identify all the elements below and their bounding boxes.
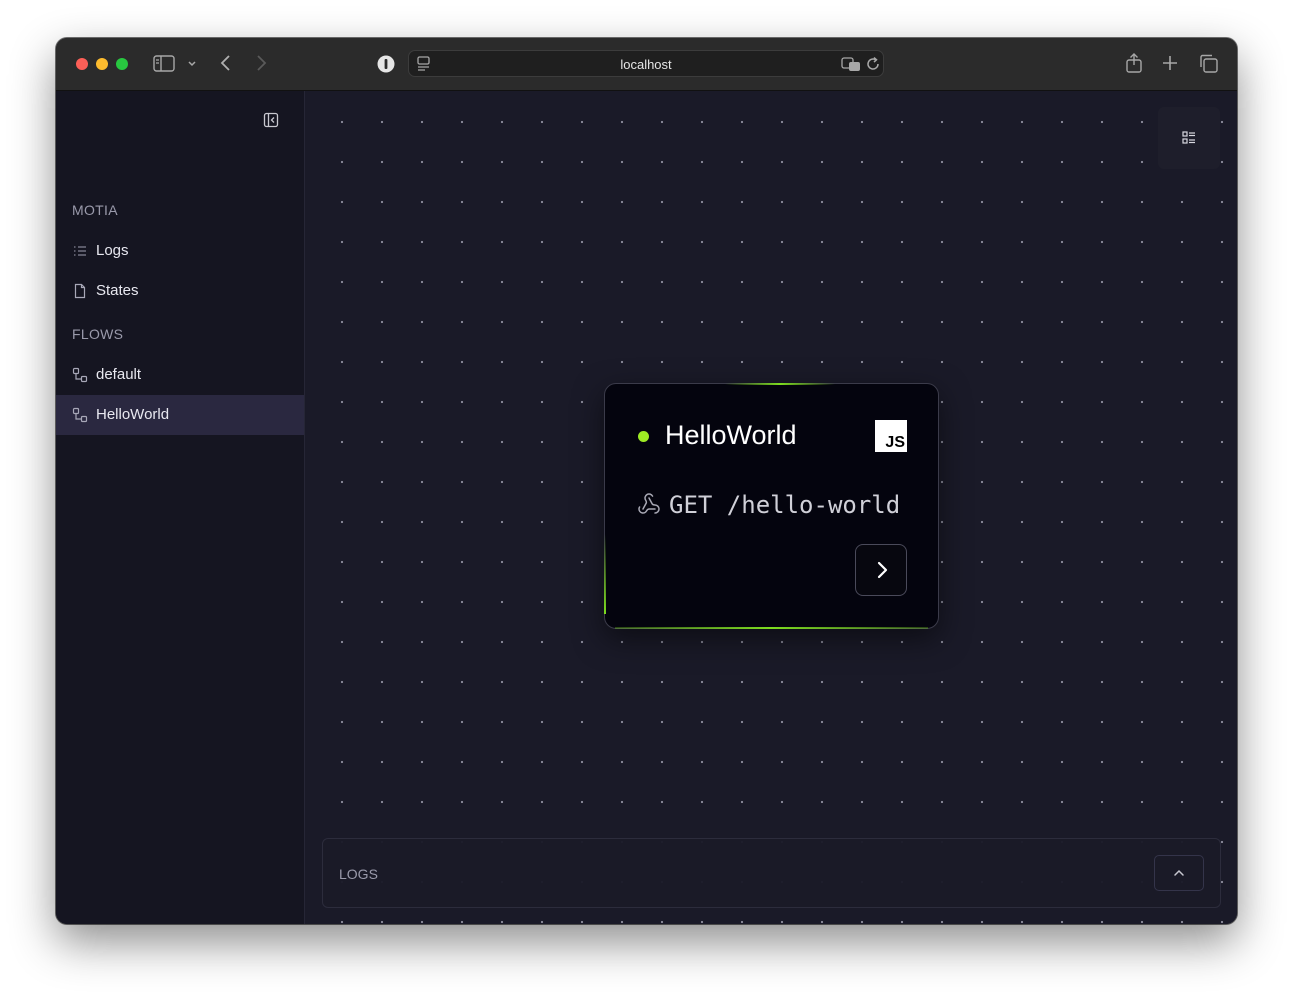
chevron-right-icon xyxy=(877,561,888,579)
translate-icon[interactable] xyxy=(841,57,861,72)
status-dot xyxy=(638,431,649,442)
sidebar-item-label: default xyxy=(96,366,142,383)
expand-logs-button[interactable] xyxy=(1154,855,1204,891)
flow-canvas[interactable]: HelloWorld JS GET /hello-world LOGS xyxy=(306,91,1237,924)
file-icon xyxy=(74,283,86,299)
address-bar[interactable]: localhost xyxy=(408,50,884,77)
sidebar-item-default[interactable]: default xyxy=(56,355,304,395)
flow-node-helloworld[interactable]: HelloWorld JS GET /hello-world xyxy=(604,383,939,629)
sidebar-item-label: HelloWorld xyxy=(96,406,170,423)
reload-icon[interactable] xyxy=(865,56,881,72)
new-tab-icon[interactable] xyxy=(1162,55,1178,71)
node-glow xyxy=(615,627,928,629)
sidebar-item-states[interactable]: States xyxy=(56,271,304,311)
language-badge-label: JS xyxy=(885,434,905,451)
minimize-window-button[interactable] xyxy=(96,58,108,70)
tab-overview-icon[interactable] xyxy=(1199,54,1218,73)
sidebar-item-label: Logs xyxy=(96,242,129,259)
node-glow xyxy=(725,383,835,385)
node-glow xyxy=(604,534,606,614)
legend-icon xyxy=(1182,131,1195,144)
sidebar-item-logs[interactable]: Logs xyxy=(56,231,304,271)
url-text: localhost xyxy=(620,57,672,72)
password-manager-icon[interactable] xyxy=(376,54,396,74)
browser-window: localhost MOTIA Logs States FLOWS defaul… xyxy=(56,38,1237,924)
sidebar-item-helloworld[interactable]: HelloWorld xyxy=(56,395,304,435)
forward-arrow-icon[interactable] xyxy=(254,54,268,72)
sidebar-toggle-icon[interactable] xyxy=(153,55,175,72)
section-title-flows: FLOWS xyxy=(72,326,124,342)
js-language-icon: JS xyxy=(875,420,907,452)
sidebar-item-label: States xyxy=(96,282,139,299)
workflow-icon xyxy=(72,407,88,423)
open-node-button[interactable] xyxy=(855,544,907,596)
collapse-sidebar-icon[interactable] xyxy=(263,112,279,128)
sidebar: MOTIA Logs States FLOWS default HelloWor… xyxy=(56,91,305,924)
logs-panel: LOGS xyxy=(322,838,1221,908)
share-icon[interactable] xyxy=(1125,52,1143,74)
section-title-motia: MOTIA xyxy=(72,202,118,218)
close-window-button[interactable] xyxy=(76,58,88,70)
chevron-down-icon[interactable] xyxy=(187,60,197,68)
chevron-up-icon xyxy=(1174,869,1184,876)
node-endpoint: GET /hello-world xyxy=(669,491,901,519)
list-icon xyxy=(74,246,86,256)
browser-toolbar: localhost xyxy=(56,38,1237,91)
back-arrow-icon[interactable] xyxy=(219,54,233,72)
node-title: HelloWorld xyxy=(665,420,797,450)
legend-button[interactable] xyxy=(1158,107,1220,169)
logs-title: LOGS xyxy=(339,866,378,882)
zoom-window-button[interactable] xyxy=(116,58,128,70)
workflow-icon xyxy=(72,367,88,383)
webhook-icon xyxy=(638,493,660,514)
